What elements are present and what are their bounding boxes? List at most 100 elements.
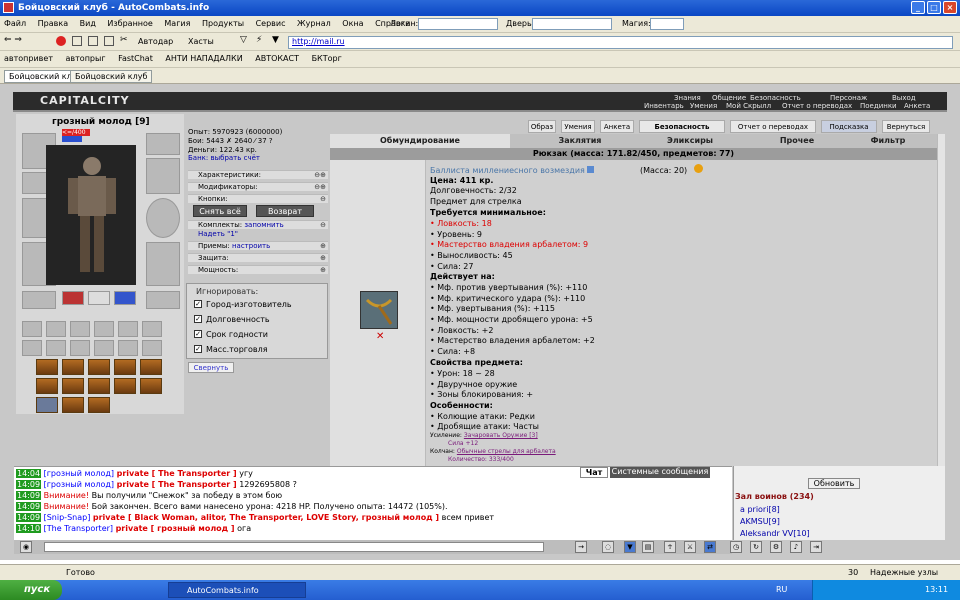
language-indicator[interactable]: RU bbox=[776, 585, 787, 594]
undress-button[interactable]: Снять всё bbox=[193, 205, 247, 217]
menu-windows[interactable]: Окна bbox=[342, 19, 363, 28]
shield-slot[interactable] bbox=[146, 198, 180, 238]
return-button[interactable]: Возврат bbox=[256, 205, 314, 217]
header-link-exit[interactable]: Выход bbox=[892, 94, 916, 102]
send-icon[interactable]: → bbox=[575, 541, 587, 553]
tools-icon[interactable]: ✂ bbox=[120, 35, 128, 45]
spell-icon[interactable] bbox=[62, 359, 84, 375]
smile-icon[interactable]: ◌ bbox=[602, 541, 614, 553]
spell-icon[interactable] bbox=[62, 397, 84, 413]
start-button[interactable]: пуск bbox=[0, 580, 62, 600]
address-input[interactable]: http://mail.ru bbox=[288, 36, 953, 49]
filter-icon[interactable]: ▼ bbox=[624, 541, 636, 553]
pocket-slot-10[interactable] bbox=[94, 340, 114, 356]
item-name[interactable]: Баллиста миллениесного возмездия bbox=[430, 166, 595, 175]
dropdown-autodar[interactable]: Автодар bbox=[138, 37, 173, 46]
minimize-button[interactable]: _ bbox=[911, 1, 925, 14]
menu-products[interactable]: Продукты bbox=[202, 19, 244, 28]
section-tricks[interactable]: Приемы: настроить ⊕ bbox=[188, 241, 328, 250]
ring-slot-3[interactable] bbox=[114, 291, 136, 305]
funnel-icon[interactable]: ▼ bbox=[272, 35, 279, 45]
link-fastchat[interactable]: FastChat bbox=[118, 54, 153, 63]
section-buttons[interactable]: Кнопки: ⊖ bbox=[188, 194, 328, 203]
refresh-users-button[interactable]: Обновить bbox=[808, 478, 860, 489]
clock-icon[interactable]: ◷ bbox=[730, 541, 742, 553]
header-link-profile[interactable]: Анкета bbox=[904, 102, 930, 110]
home-icon[interactable] bbox=[88, 36, 98, 46]
menu-file[interactable]: Файл bbox=[4, 19, 26, 28]
store-scrollbar[interactable] bbox=[937, 134, 945, 466]
pocket-slot-4[interactable] bbox=[94, 321, 114, 337]
section-defense[interactable]: Защита: ⊕ bbox=[188, 253, 328, 262]
menu-magic[interactable]: Магия bbox=[164, 19, 190, 28]
tab-elixirs[interactable]: Эликсиры bbox=[650, 134, 730, 148]
link-autocast[interactable]: АВТОКАСТ bbox=[255, 54, 299, 63]
btn-transfer-report[interactable]: Отчет о переводах bbox=[730, 120, 816, 133]
spell-icon[interactable] bbox=[36, 378, 58, 394]
tab-filter[interactable]: Фильтр bbox=[860, 134, 916, 148]
arrows-icon[interactable]: ⇄ bbox=[704, 541, 716, 553]
pocket-slot-11[interactable] bbox=[118, 340, 138, 356]
spell-icon[interactable] bbox=[114, 359, 136, 375]
equip-set-link[interactable]: Надеть "1" bbox=[188, 230, 328, 239]
chat-tab-system[interactable]: Системные сообщения bbox=[610, 467, 710, 478]
stat-bank[interactable]: Банк: выбрать счёт bbox=[188, 154, 328, 163]
delete-icon[interactable]: ✕ bbox=[376, 331, 384, 342]
login-field[interactable] bbox=[418, 18, 498, 30]
spell-icon[interactable] bbox=[36, 397, 58, 413]
ignore-checkbox-durability[interactable]: ✓ bbox=[194, 315, 202, 323]
user-item[interactable]: Aleksandr VV[10] bbox=[740, 529, 810, 538]
refresh-icon[interactable] bbox=[72, 36, 82, 46]
pocket-slot-2[interactable] bbox=[46, 321, 66, 337]
chat-tab-chat[interactable]: Чат bbox=[580, 467, 608, 478]
menu-edit[interactable]: Правка bbox=[38, 19, 68, 28]
back-icon[interactable]: ⇐ ⇒ bbox=[4, 35, 22, 45]
spell-icon[interactable] bbox=[140, 378, 162, 394]
ignore-checkbox-expiry[interactable]: ✓ bbox=[194, 330, 202, 338]
ring-slot-1[interactable] bbox=[62, 291, 84, 305]
spell-icon[interactable] bbox=[88, 359, 110, 375]
section-characteristics[interactable]: Характеристики: ⊖⊕ bbox=[188, 170, 328, 179]
header-link-inventory[interactable]: Инвентарь bbox=[644, 102, 684, 110]
spell-icon[interactable] bbox=[114, 378, 136, 394]
link-antinapadalki[interactable]: АНТИ НАПАДАЛКИ bbox=[165, 54, 242, 63]
crossbow-icon[interactable] bbox=[360, 291, 398, 329]
pocket-slot-5[interactable] bbox=[118, 321, 138, 337]
btn-image[interactable]: Образ bbox=[528, 120, 556, 133]
btn-profile[interactable]: Анкета bbox=[600, 120, 634, 133]
header-link-fights[interactable]: Поединки bbox=[860, 102, 897, 110]
door-field[interactable] bbox=[532, 18, 612, 30]
menu-favorites[interactable]: Избранное bbox=[107, 19, 152, 28]
ignore-checkbox-mass-trade[interactable]: ✓ bbox=[194, 345, 202, 353]
filter-icon[interactable]: ▽ bbox=[240, 35, 247, 45]
belt-slot[interactable] bbox=[22, 291, 56, 309]
menu-service[interactable]: Сервис bbox=[256, 19, 286, 28]
pocket-slot-1[interactable] bbox=[22, 321, 42, 337]
settings-icon[interactable]: ⚙ bbox=[770, 541, 782, 553]
ring-slot-2[interactable] bbox=[88, 291, 110, 305]
refresh-icon[interactable]: ↻ bbox=[750, 541, 762, 553]
pocket-slot-3[interactable] bbox=[70, 321, 90, 337]
btn-skills[interactable]: Умения bbox=[561, 120, 595, 133]
user-item[interactable]: a priori[8] bbox=[740, 505, 780, 514]
chat-input[interactable] bbox=[44, 542, 544, 552]
book-slot[interactable] bbox=[146, 291, 180, 309]
header-link-transfers[interactable]: Отчет о переводах bbox=[782, 102, 852, 110]
tab-equipment[interactable]: Обмундирование bbox=[330, 134, 510, 148]
sword-icon[interactable]: ⚔ bbox=[684, 541, 696, 553]
tab-spells[interactable]: Заклятия bbox=[540, 134, 620, 148]
header-link-skills[interactable]: Умения bbox=[690, 102, 717, 110]
gloves-slot[interactable] bbox=[146, 158, 180, 194]
link-autoprig[interactable]: автопрыг bbox=[66, 54, 106, 63]
pocket-slot-6[interactable] bbox=[142, 321, 162, 337]
spell-icon[interactable] bbox=[88, 397, 110, 413]
collapse-button[interactable]: Свернуть bbox=[188, 362, 234, 373]
menu-journal[interactable]: Журнал bbox=[297, 19, 331, 28]
close-button[interactable]: × bbox=[943, 1, 957, 14]
page-icon[interactable] bbox=[104, 36, 114, 46]
spell-icon[interactable] bbox=[62, 378, 84, 394]
lightning-icon[interactable]: ⚡ bbox=[256, 35, 262, 45]
tab-other[interactable]: Прочее bbox=[760, 134, 834, 148]
earring-slot[interactable] bbox=[146, 133, 180, 155]
header-link-security[interactable]: Безопасность bbox=[750, 94, 801, 102]
